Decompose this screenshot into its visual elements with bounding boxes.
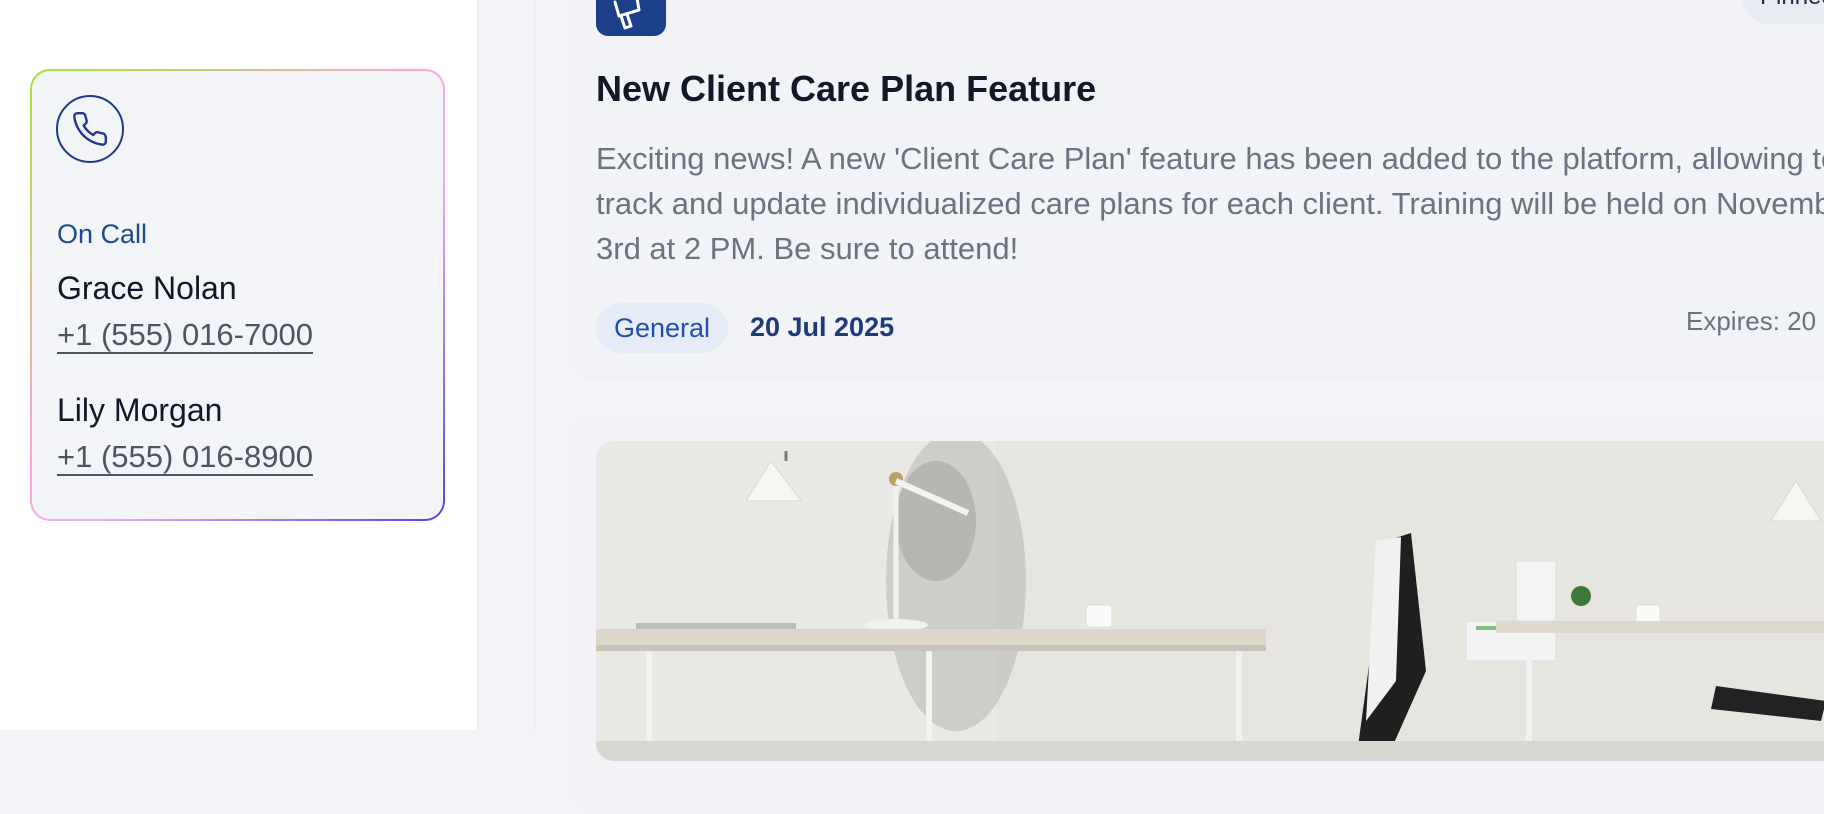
contact-name: Grace Nolan — [57, 270, 237, 306]
contact-name: Lily Morgan — [57, 392, 223, 428]
on-call-contact: Grace Nolan +1 (555) 016-7000 — [57, 270, 313, 353]
on-call-card: On Call Grace Nolan +1 (555) 016-7000 Li… — [30, 69, 445, 521]
on-call-label: On Call — [57, 219, 148, 249]
megaphone-icon — [596, 0, 666, 36]
phone-icon — [56, 95, 124, 163]
announcement-date: 20 Jul 2025 — [750, 312, 895, 342]
on-call-contact: Lily Morgan +1 (555) 016-8900 — [57, 392, 313, 475]
announcement-body: Exciting news! A new 'Client Care Plan' … — [596, 141, 1824, 266]
announcement-title: New Client Care Plan Feature — [596, 68, 1097, 109]
contact-phone-link[interactable]: +1 (555) 016-8900 — [57, 439, 313, 475]
divider — [534, 0, 535, 730]
sidebar: On Call Grace Nolan +1 (555) 016-7000 Li… — [0, 0, 478, 730]
on-call-card-body: On Call Grace Nolan +1 (555) 016-7000 Li… — [32, 71, 443, 519]
contact-phone-link[interactable]: +1 (555) 016-7000 — [57, 317, 313, 353]
office-photo — [596, 441, 1824, 761]
expiry-text: Expires: 20 — [1686, 306, 1817, 336]
category-tag[interactable]: General — [596, 303, 729, 353]
